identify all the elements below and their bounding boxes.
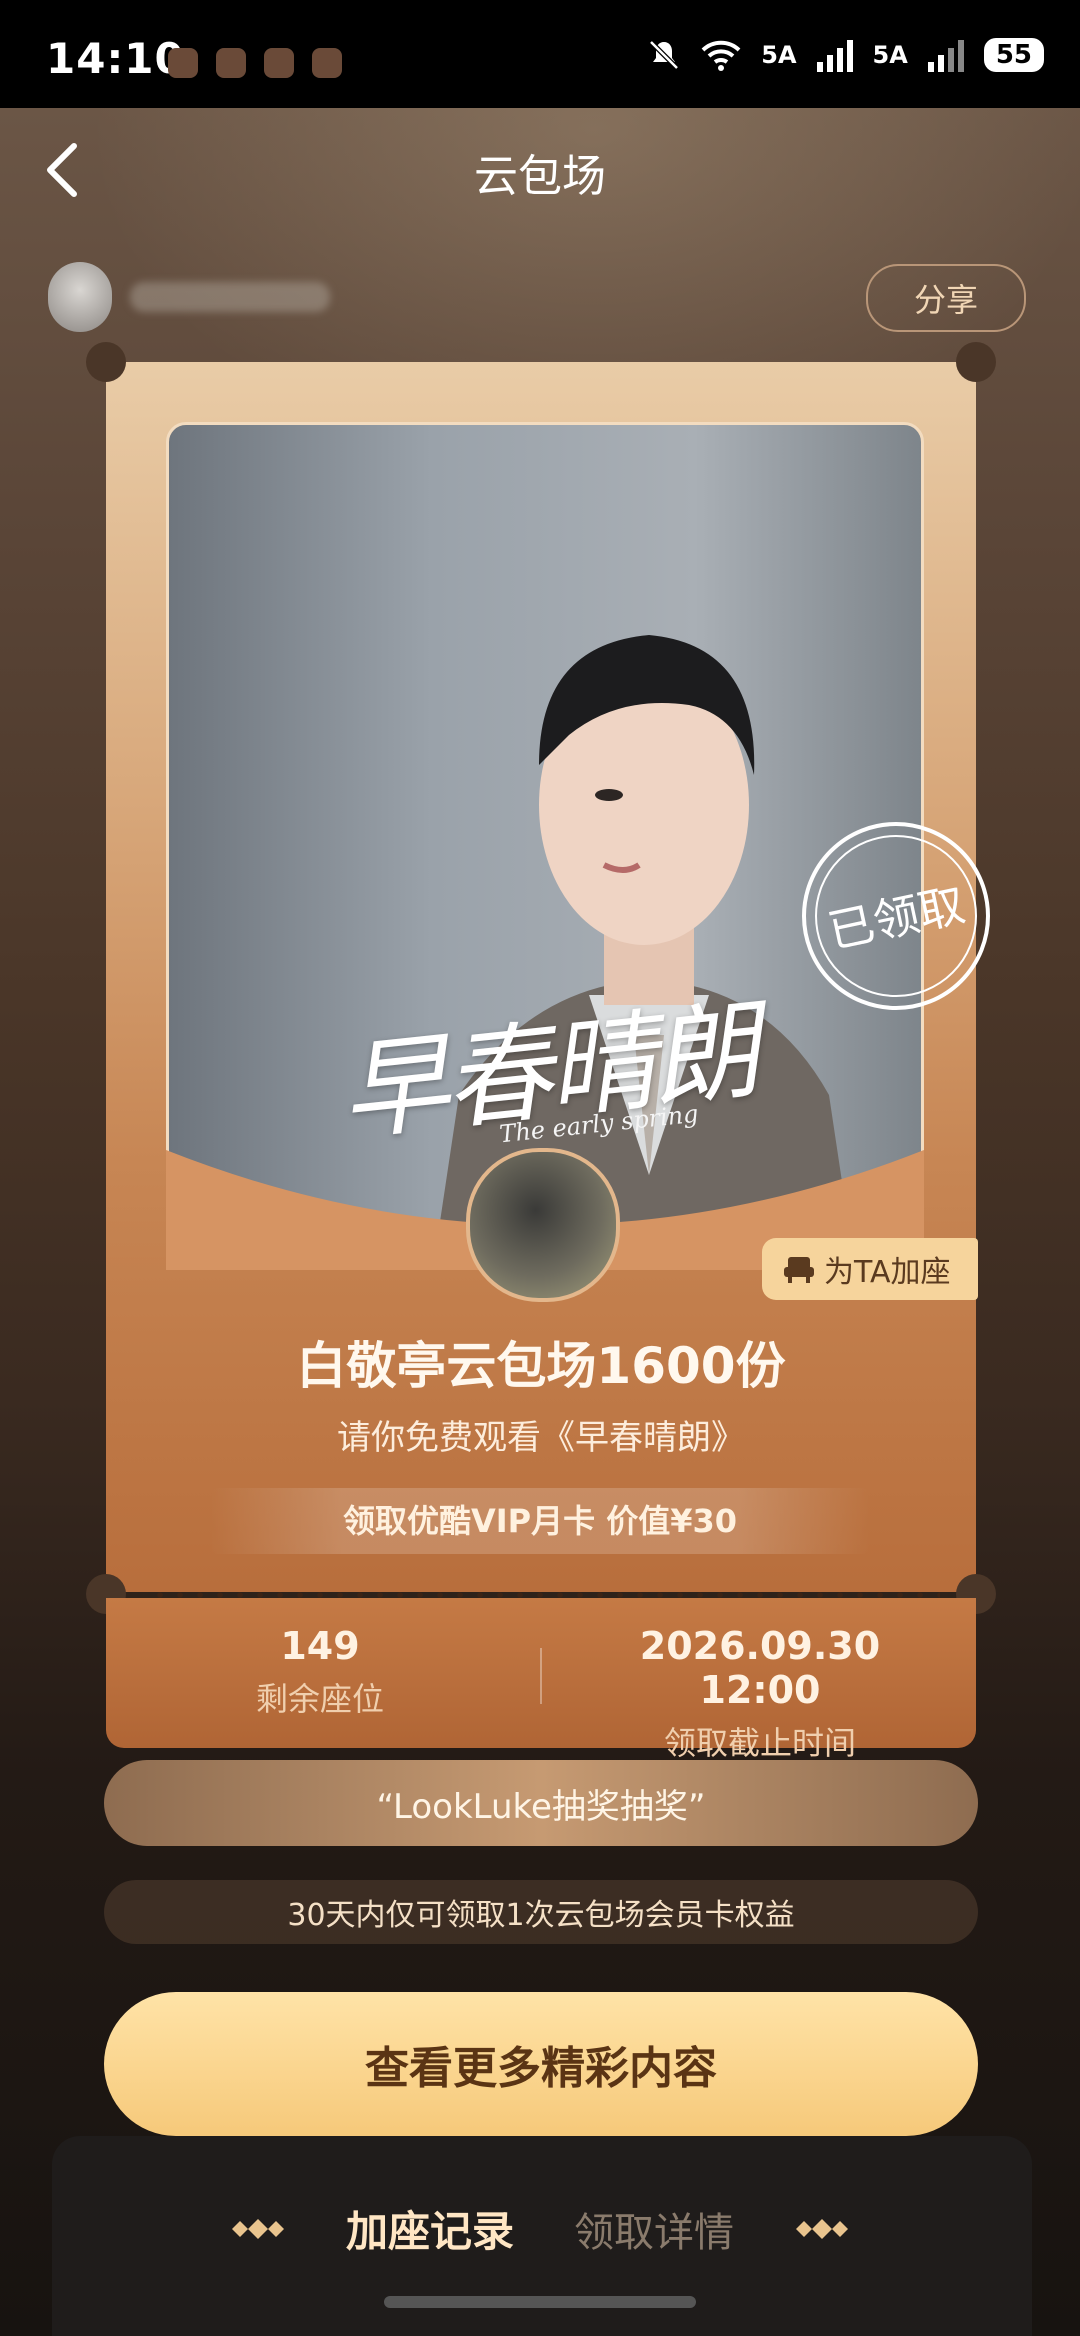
status-time: 14:10 — [46, 34, 185, 83]
view-more-button[interactable]: 查看更多精彩内容 — [104, 1992, 978, 2136]
seat-icon — [784, 1257, 814, 1283]
limit-notice: 30天内仅可领取1次云包场会员卡权益 — [104, 1880, 978, 1944]
remaining-seats-stat: 149 剩余座位 — [180, 1624, 460, 1720]
wechat-icon — [312, 48, 342, 78]
signal-icon — [927, 40, 964, 72]
claimed-stamp: 已领取 — [802, 822, 990, 1010]
mute-icon — [649, 40, 680, 70]
diamond-decoration-icon — [796, 2218, 848, 2239]
home-indicator[interactable] — [384, 2296, 696, 2308]
status-icons: 5A 5A 55 — [647, 38, 1044, 72]
ticket-notch — [86, 342, 126, 382]
avatar — [48, 262, 112, 332]
share-button[interactable]: 分享 — [866, 264, 1026, 332]
host-message: “LookLuke抽奖抽奖” — [104, 1760, 978, 1846]
deadline-label: 领取截止时间 — [663, 1724, 856, 1762]
network-type-2: 5A — [872, 41, 908, 69]
deadline-value: 2026.09.30 12:00 — [639, 1624, 881, 1712]
notification-icon — [168, 48, 198, 78]
vip-offer: 领取优酷VIP月卡 价值¥30 — [210, 1488, 870, 1554]
tab-add-seat-records[interactable]: 加座记录 — [346, 2198, 514, 2259]
remaining-seats-label: 剩余座位 — [255, 1680, 384, 1718]
battery-icon: 55 — [983, 38, 1044, 72]
stat-divider — [540, 1648, 542, 1704]
event-title: 白敬亭云包场1600份 — [296, 1337, 786, 1395]
host-user[interactable] — [48, 262, 330, 332]
status-bar: 14:10 5A 5A 55 — [0, 0, 1080, 108]
event-subtitle: 请你免费观看《早春晴朗》 — [337, 1418, 745, 1458]
wifi-icon — [701, 40, 741, 71]
weibo-icon — [264, 48, 294, 78]
stamp-text: 已领取 — [823, 877, 969, 959]
tab-claim-details[interactable]: 领取详情 — [574, 2200, 734, 2258]
diamond-decoration-icon — [231, 2218, 284, 2239]
records-tabs: 加座记录 领取详情 — [0, 2198, 1080, 2259]
add-seat-button[interactable]: 为TA加座 — [762, 1238, 978, 1300]
ticket-notch — [956, 342, 996, 382]
wechat-icon — [216, 48, 246, 78]
creator-avatar[interactable] — [466, 1148, 620, 1302]
network-type: 5A — [761, 41, 797, 69]
deadline-stat: 2026.09.30 12:00 领取截止时间 — [590, 1624, 930, 1764]
blurred-username — [130, 282, 330, 312]
remaining-seats-value: 149 — [280, 1624, 360, 1668]
add-seat-label: 为TA加座 — [824, 1255, 951, 1290]
page-title: 云包场 — [474, 151, 606, 202]
signal-icon — [816, 40, 853, 72]
